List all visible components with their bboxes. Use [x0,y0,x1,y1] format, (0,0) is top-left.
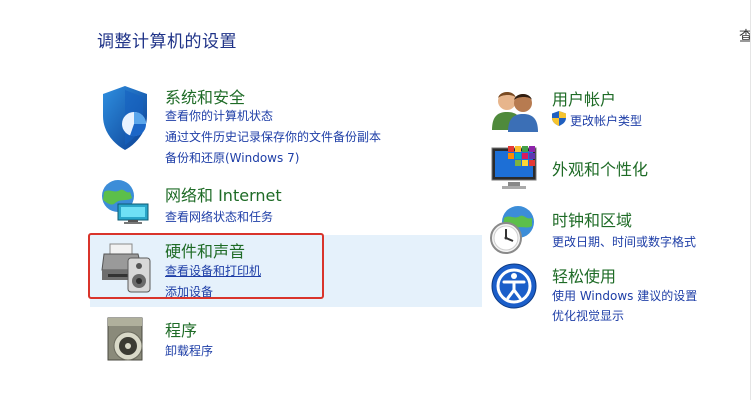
link-view-computer-status[interactable]: 查看你的计算机状态 [165,107,273,124]
category-title-appearance[interactable]: 外观和个性化 [552,156,648,180]
control-panel-page: 调整计算机的设置 查 系统和安全 查看你的计算机状态 通过文件历史记录保存你的文… [0,0,751,400]
link-change-date-time-format[interactable]: 更改日期、时间或数字格式 [552,233,696,250]
link-view-network-status[interactable]: 查看网络状态和任务 [165,208,273,225]
category-title-clock-region[interactable]: 时钟和区域 [552,207,632,231]
category-title-network[interactable]: 网络和 Internet [165,182,282,206]
shield-icon[interactable] [100,84,150,154]
users-icon[interactable] [490,88,540,132]
annotation-red-frame [88,233,324,299]
category-title-system-security[interactable]: 系统和安全 [165,84,245,108]
uac-shield-icon [552,111,566,126]
clock-globe-icon[interactable] [488,204,540,256]
page-title: 调整计算机的设置 [97,32,237,52]
link-file-history-backup[interactable]: 通过文件历史记录保存你的文件备份副本 [165,128,381,145]
ease-of-access-icon[interactable] [490,262,538,310]
link-change-account-type[interactable]: 更改帐户类型 [570,112,642,129]
category-title-programs[interactable]: 程序 [165,317,197,341]
link-optimize-visual-display[interactable]: 优化视觉显示 [552,307,624,324]
network-globe-icon[interactable] [98,178,154,226]
link-uninstall-program[interactable]: 卸载程序 [165,342,213,359]
category-title-user-accounts[interactable]: 用户帐户 [552,86,616,110]
link-windows-recommended-settings[interactable]: 使用 Windows 建议的设置 [552,287,697,304]
monitor-palette-icon[interactable] [490,144,542,192]
link-backup-restore[interactable]: 备份和还原(Windows 7) [165,149,299,166]
category-title-ease-access[interactable]: 轻松使用 [552,263,616,287]
programs-disc-icon[interactable] [104,316,152,364]
